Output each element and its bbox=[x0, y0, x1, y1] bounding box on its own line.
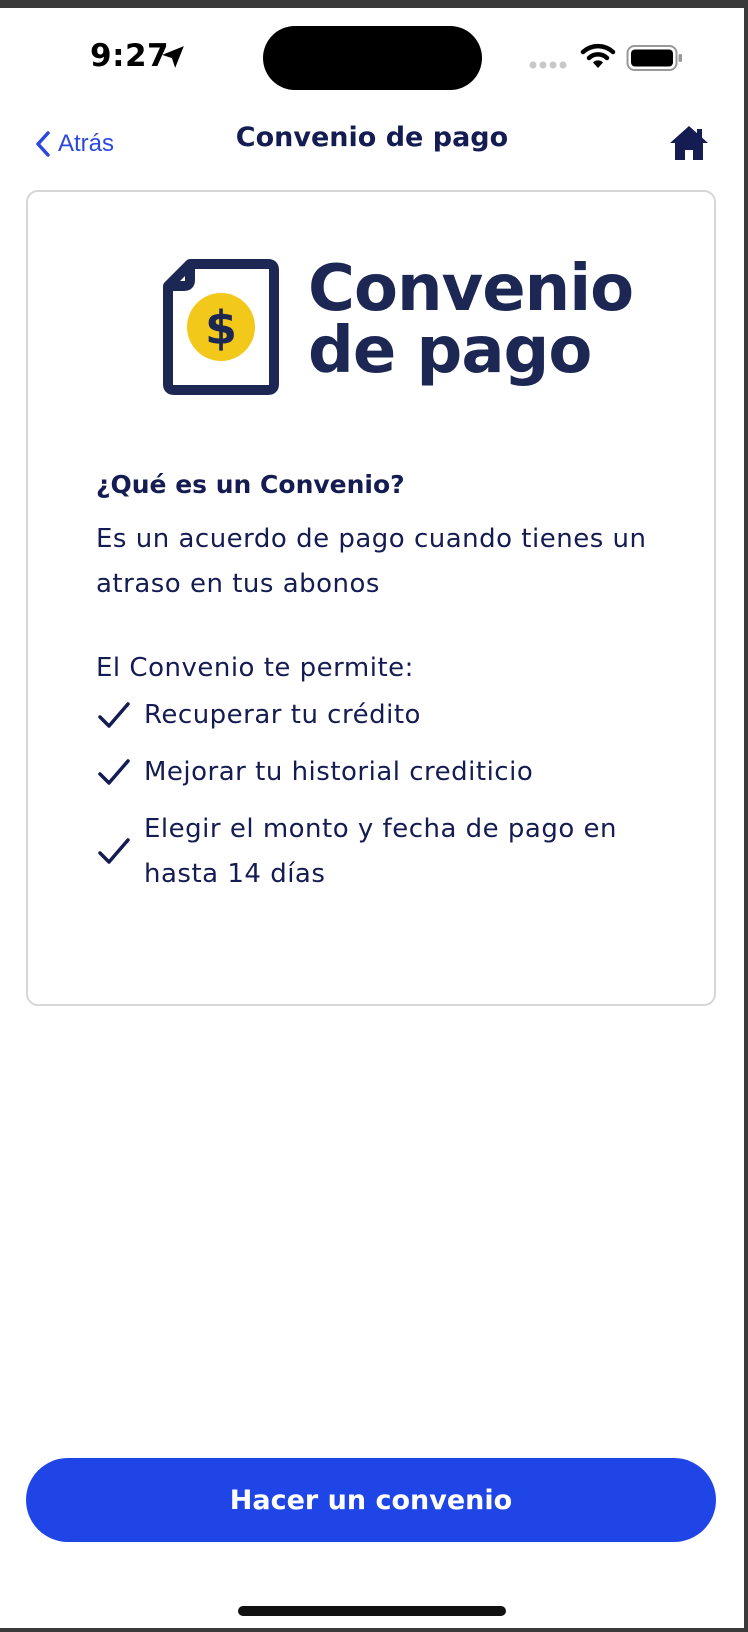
status-time: 9:27 bbox=[90, 38, 170, 74]
description-text: Es un acuerdo de pago cuando tienes un a… bbox=[96, 524, 647, 599]
benefit-text: Recuperar tu crédito bbox=[144, 700, 421, 730]
checkmark-icon bbox=[98, 838, 130, 864]
battery-icon bbox=[626, 45, 682, 71]
checkmark-icon bbox=[98, 701, 130, 728]
list-item: Elegir el monto y fecha de pago en hasta… bbox=[96, 807, 676, 897]
info-card: $ Convenio de pago ¿Qué es un Convenio? … bbox=[26, 190, 716, 1006]
benefit-text: Elegir el monto y fecha de pago en hasta… bbox=[144, 814, 618, 889]
location-arrow-icon bbox=[162, 46, 184, 68]
signal-icon bbox=[529, 61, 567, 69]
logo-wordmark: Convenio de pago bbox=[308, 252, 634, 388]
page-title: Convenio de pago bbox=[235, 122, 509, 153]
home-icon[interactable] bbox=[668, 123, 710, 163]
list-item: Mejorar tu historial crediticio bbox=[96, 750, 676, 795]
checkmark-icon bbox=[98, 758, 130, 785]
svg-text:$: $ bbox=[205, 301, 237, 355]
dynamic-island bbox=[263, 26, 482, 90]
home-indicator bbox=[238, 1606, 506, 1616]
list-item: Recuperar tu crédito bbox=[96, 693, 676, 738]
logo-line-2: de pago bbox=[308, 314, 592, 388]
question-heading: ¿Qué es un Convenio? bbox=[96, 470, 405, 499]
benefits-intro: El Convenio te permite: bbox=[96, 653, 414, 683]
benefit-text: Mejorar tu historial crediticio bbox=[144, 757, 534, 787]
make-agreement-button[interactable]: Hacer un convenio bbox=[26, 1458, 716, 1542]
app-screen: 9:27 Atrás Convenio de pago $ Convenio d… bbox=[0, 8, 744, 1628]
logo-line-1: Convenio bbox=[308, 252, 634, 326]
benefits-list: Recuperar tu crédito Mejorar tu historia… bbox=[96, 693, 676, 897]
wifi-icon bbox=[580, 43, 616, 68]
card-content: ¿Qué es un Convenio? Es un acuerdo de pa… bbox=[96, 470, 676, 909]
document-dollar-icon: $ bbox=[163, 259, 279, 395]
